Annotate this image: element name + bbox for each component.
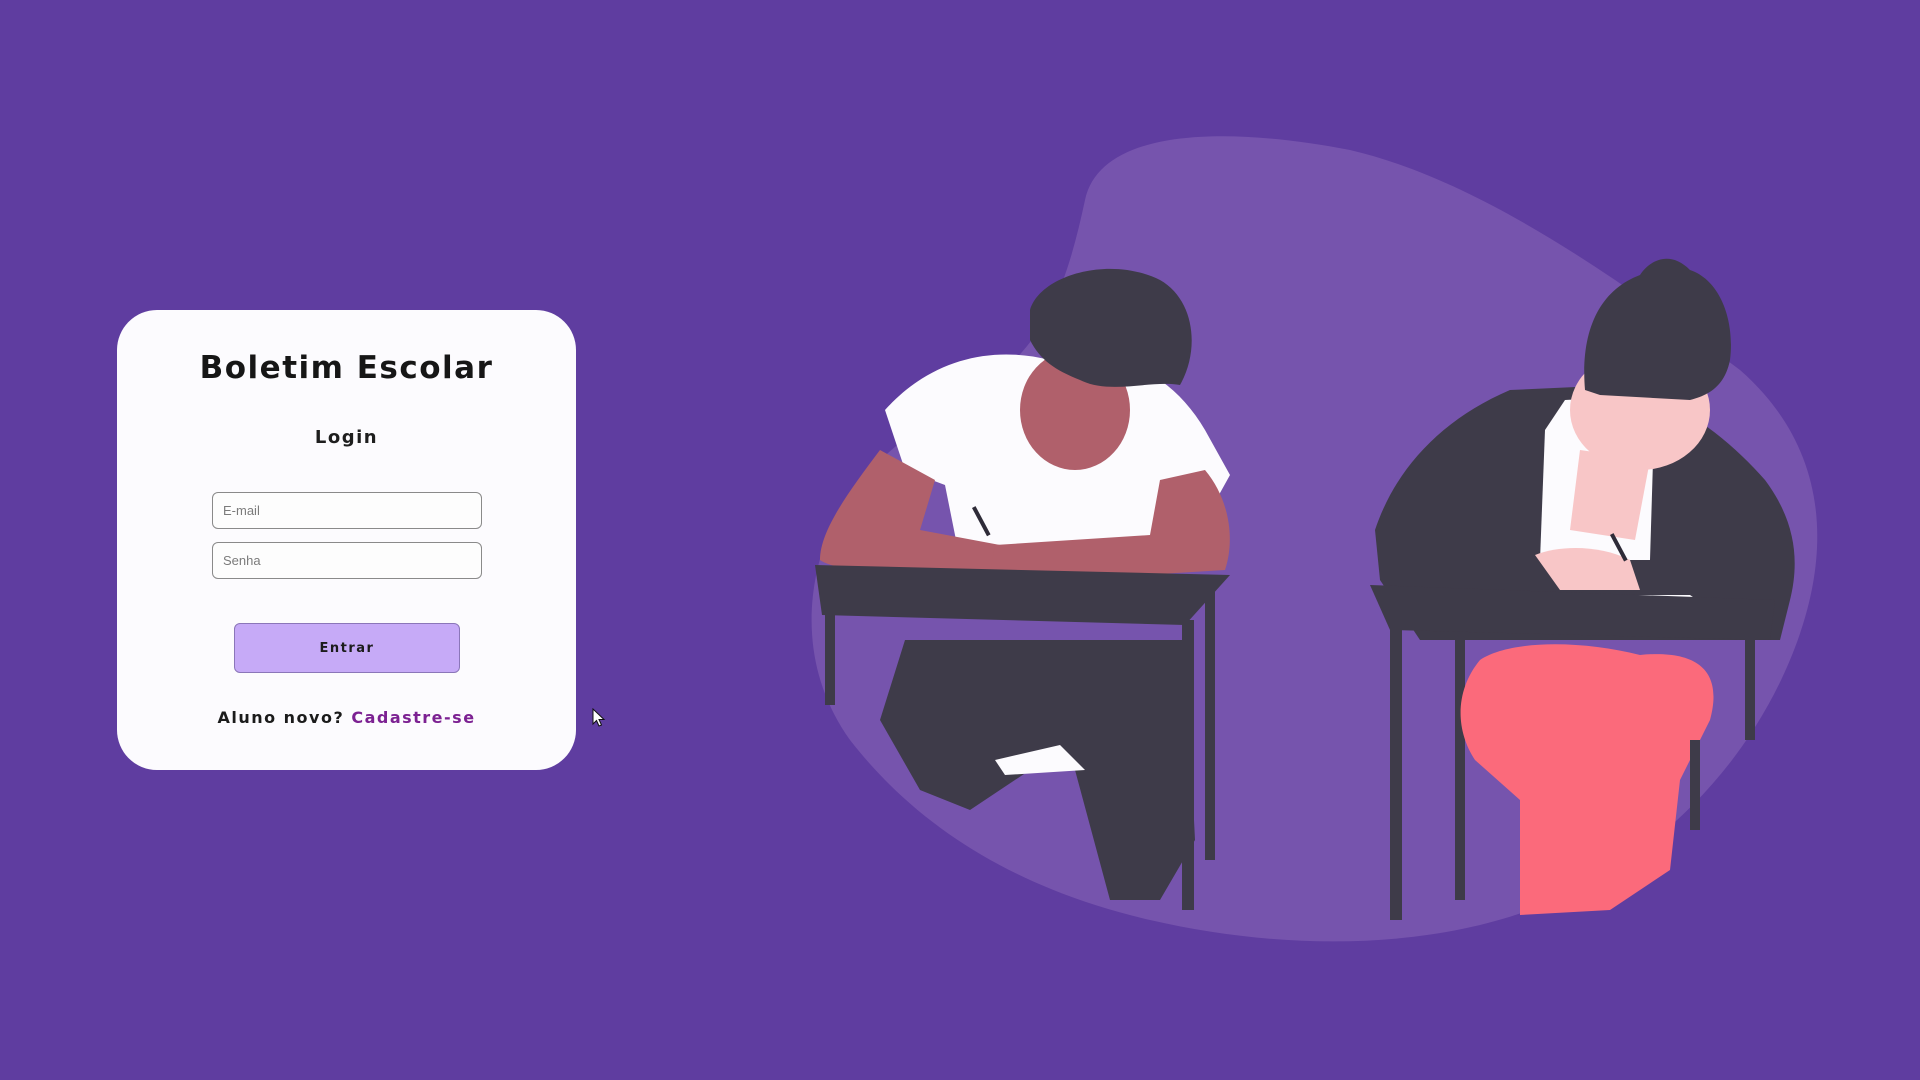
page-title: Boletim Escolar [199, 350, 494, 386]
right-student-pants [1460, 644, 1714, 915]
left-student-paper [872, 573, 1065, 592]
email-field[interactable] [212, 492, 482, 529]
register-link[interactable]: Cadastre-se [351, 708, 475, 727]
right-student-hair [1584, 258, 1731, 400]
left-student-hair [1030, 268, 1192, 387]
left-student-desk-leg-c [825, 615, 835, 705]
right-student-desk-leg-b [1455, 640, 1465, 900]
left-student-face [1020, 350, 1130, 470]
background-blob-shape [811, 136, 1818, 942]
right-student-desk-top [1370, 585, 1775, 640]
login-heading: Login [314, 427, 379, 448]
right-student-chair-leg [1690, 740, 1700, 830]
login-button[interactable]: Entrar [234, 623, 460, 673]
left-student-pencil [972, 506, 991, 537]
right-student-pencil [1610, 533, 1628, 562]
right-student-paper [1525, 595, 1715, 612]
left-student-desk-leg-b [1205, 590, 1215, 860]
register-prompt-text: Aluno novo? [217, 708, 345, 727]
login-card: Boletim Escolar Login Entrar Aluno novo?… [117, 310, 576, 770]
register-prompt: Aluno novo? Cadastre-se [117, 708, 576, 727]
left-student-sock [995, 745, 1085, 775]
left-student-arm-left [820, 450, 1000, 573]
password-field[interactable] [212, 542, 482, 579]
mouse-cursor-icon [592, 708, 606, 727]
right-student-desk-leg-a [1390, 630, 1402, 920]
right-student-neck [1570, 450, 1650, 540]
right-student-shirt [1540, 395, 1655, 560]
right-student-face [1570, 350, 1710, 470]
left-student-arm-right [990, 470, 1230, 580]
right-student-desk-leg-c [1745, 630, 1755, 740]
right-student-jacket [1375, 385, 1795, 640]
left-student-shirt [885, 354, 1230, 560]
left-student-desk-top [815, 565, 1230, 625]
left-student-pants [880, 640, 1195, 900]
right-student-hands [1535, 548, 1640, 590]
left-student-desk-leg-a [1182, 620, 1194, 910]
